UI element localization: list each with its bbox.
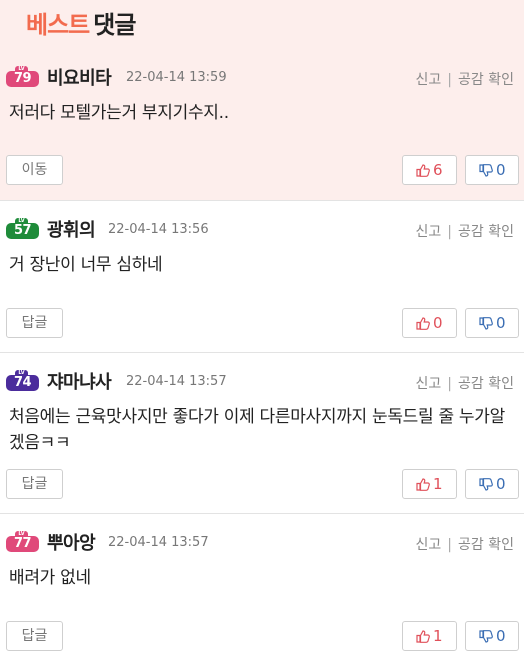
comment-actions: 신고 | 공감 확인 [416,69,514,89]
divider: | [447,224,453,240]
like-count: 0 [433,314,443,332]
divider: | [447,537,453,553]
nickname[interactable]: 광휘의 [47,216,96,242]
empathy-check-link[interactable]: 공감 확인 [458,224,514,240]
dislike-button[interactable]: 0 [465,308,519,338]
thumbs-down-icon [479,630,493,643]
comment-text: 거 장난이 너무 심하네 [9,255,163,275]
comment-text: 처음에는 근육맛사지만 좋다가 이제 다른마사지까지 눈독드릴 줄 누가알겠음ㅋ… [9,407,505,453]
thumbs-up-icon [416,164,430,177]
dislike-count: 0 [496,161,506,179]
empathy-check-link[interactable]: 공감 확인 [458,72,514,88]
dislike-button[interactable]: 0 [465,621,519,651]
thumbs-down-icon [479,317,493,330]
like-button[interactable]: 1 [402,469,457,499]
thumbs-up-icon [416,630,430,643]
nickname[interactable]: 비요비타 [47,64,112,90]
comment-date: 22-04-14 13:57 [108,535,209,550]
level-badge: LV 77 [6,531,39,553]
comment-actions: 신고 | 공감 확인 [416,534,514,554]
report-link[interactable]: 신고 [416,537,442,553]
empathy-check-link[interactable]: 공감 확인 [458,537,514,553]
nickname[interactable]: 쟈마냐사 [47,368,112,394]
level-badge: LV 57 [6,218,39,240]
comments-label: 댓글 [93,11,136,39]
comment-text: 배려가 없네 [9,568,91,588]
dislike-count: 0 [496,627,506,645]
best-comments-header: 베스트 댓글 [0,0,524,48]
comment-actions: 신고 | 공감 확인 [416,221,514,241]
empathy-check-link[interactable]: 공감 확인 [458,376,514,392]
comment-item: LV 79 비요비타 22-04-14 13:59 신고 | 공감 확인 저러다 모… [0,48,524,201]
like-button[interactable]: 6 [402,155,457,185]
comment-date: 22-04-14 13:56 [108,222,209,237]
thumbs-up-icon [416,317,430,330]
dislike-count: 0 [496,314,506,332]
dislike-button[interactable]: 0 [465,469,519,499]
thumbs-up-icon [416,478,430,491]
level-badge: LV 79 [6,66,39,88]
comment-item: LV 77 뿌아앙 22-04-14 13:57 신고 | 공감 확인 배려가 없네… [0,514,524,658]
like-count: 1 [433,475,443,493]
like-count: 6 [433,161,443,179]
nickname[interactable]: 뿌아앙 [47,529,96,555]
comment-date: 22-04-14 13:57 [126,374,227,389]
divider: | [447,72,453,88]
level-badge: LV 74 [6,370,39,392]
divider: | [447,376,453,392]
comment-text: 저러다 모텔가는거 부지기수지.. [9,103,229,123]
thumbs-down-icon [479,164,493,177]
report-link[interactable]: 신고 [416,224,442,240]
dislike-count: 0 [496,475,506,493]
comment-actions: 신고 | 공감 확인 [416,373,514,393]
like-button[interactable]: 1 [402,621,457,651]
best-label: 베스트 [26,11,90,39]
thumbs-down-icon [479,478,493,491]
best-comments-title: 베스트 댓글 [26,5,136,40]
report-link[interactable]: 신고 [416,376,442,392]
move-button[interactable]: 이동 [6,155,63,185]
reply-button[interactable]: 답글 [6,308,63,338]
comment-item: LV 74 쟈마냐사 22-04-14 13:57 신고 | 공감 확인 처음에는 … [0,353,524,514]
like-button[interactable]: 0 [402,308,457,338]
dislike-button[interactable]: 0 [465,155,519,185]
reply-button[interactable]: 답글 [6,621,63,651]
reply-button[interactable]: 답글 [6,469,63,499]
like-count: 1 [433,627,443,645]
comment-date: 22-04-14 13:59 [126,70,227,85]
comment-item: LV 57 광휘의 22-04-14 13:56 신고 | 공감 확인 거 장난이 … [0,201,524,353]
report-link[interactable]: 신고 [416,72,442,88]
